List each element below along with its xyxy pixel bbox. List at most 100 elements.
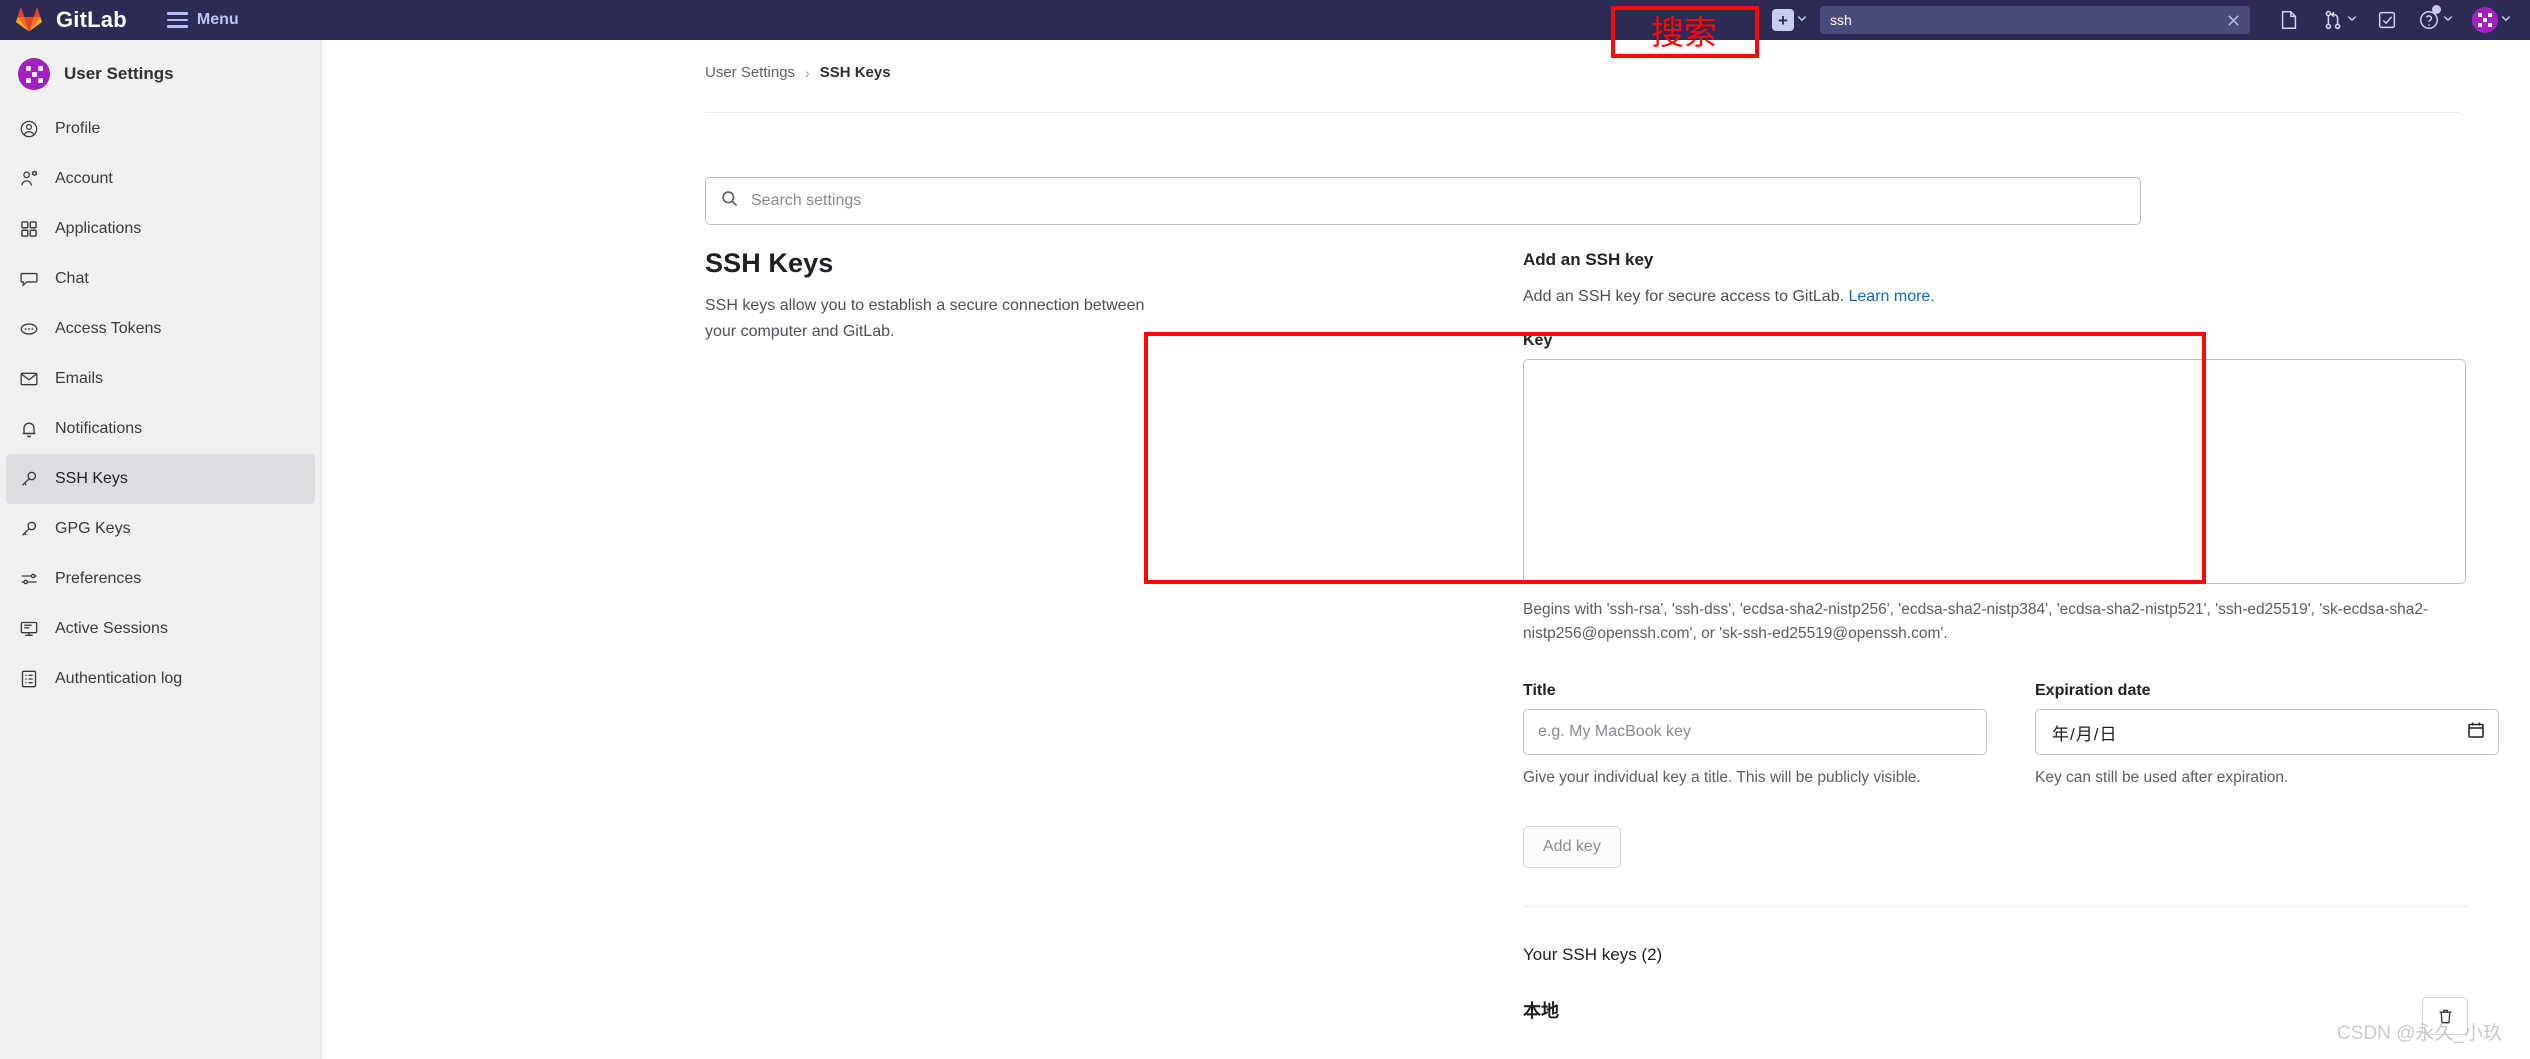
sidebar-item-label: Preferences	[55, 570, 142, 587]
global-search-field[interactable]	[1820, 6, 2250, 34]
help-question-icon[interactable]	[2418, 0, 2441, 40]
monitor-icon	[18, 619, 40, 639]
sliders-icon	[18, 569, 40, 589]
main-content: User Settings › SSH Keys SSH Keys SSH ke…	[322, 40, 2530, 1059]
sidebar-item-notifications[interactable]: Notifications	[6, 404, 315, 454]
sidebar-item-gpg-keys[interactable]: GPG Keys	[6, 504, 315, 554]
sidebar-item-ssh-keys[interactable]: SSH Keys	[6, 454, 315, 504]
sidebar-item-label: Active Sessions	[55, 620, 168, 637]
user-avatar	[18, 58, 50, 90]
token-icon	[18, 319, 40, 339]
expiration-help-text: Key can still be used after expiration.	[2035, 769, 2289, 787]
keys-list-heading: Your SSH keys (2)	[1523, 945, 1663, 965]
add-key-button[interactable]: Add key	[1523, 826, 1621, 869]
main-menu-button[interactable]: Menu	[166, 11, 239, 29]
key-hint-text: Begins with 'ssh-rsa', 'ssh-dss', 'ecdsa…	[1523, 601, 2429, 643]
key-textarea[interactable]	[1523, 359, 2466, 584]
sidebar-header: User Settings	[0, 46, 321, 104]
page-title: SSH Keys	[705, 248, 834, 278]
account-icon	[18, 169, 40, 189]
gitlab-tanuki-icon[interactable]	[16, 7, 42, 33]
expiration-column: Expiration date 年/月/日 Key can still be u…	[2035, 682, 2499, 790]
hamburger-icon	[166, 12, 188, 28]
settings-sidebar: User Settings Profile Account Applicatio…	[0, 40, 322, 1059]
sidebar-item-label: Emails	[55, 370, 104, 387]
sidebar-item-chat[interactable]: Chat	[6, 254, 315, 304]
sidebar-item-label: Authentication log	[55, 670, 183, 687]
key-label: Key	[1523, 332, 1553, 349]
envelope-icon	[18, 369, 40, 389]
watermark: CSDN @永久_小玖	[2337, 1023, 2502, 1044]
sidebar-item-label: Applications	[55, 220, 142, 237]
chevron-down-icon	[2346, 11, 2358, 29]
key-icon	[18, 519, 40, 539]
sidebar-title: User Settings	[64, 64, 174, 83]
expiration-label: Expiration date	[2035, 682, 2151, 700]
key-row-title[interactable]: 本地	[1523, 997, 1559, 1023]
navbar-right: +	[1772, 0, 2530, 40]
sidebar-item-profile[interactable]: Profile	[6, 104, 315, 154]
learn-more-link[interactable]: Learn more.	[1849, 288, 1935, 305]
sidebar-item-label: Account	[55, 170, 113, 187]
top-navbar: GitLab Menu +	[0, 0, 2530, 40]
sidebar-item-preferences[interactable]: Preferences	[6, 554, 315, 604]
title-column: Title Give your individual key a title. …	[1523, 682, 1987, 790]
sidebar-item-label: Access Tokens	[55, 320, 162, 337]
sidebar-item-label: Chat	[55, 270, 89, 287]
breadcrumb-separator: ›	[805, 64, 810, 81]
chevron-down-icon	[1796, 11, 1808, 29]
title-input[interactable]	[1523, 709, 1987, 756]
expiration-date-input[interactable]: 年/月/日	[2035, 709, 2499, 756]
avatar[interactable]	[2472, 0, 2498, 40]
calendar-icon[interactable]	[2466, 720, 2486, 745]
avatar-chevron[interactable]	[2498, 0, 2514, 40]
bell-icon	[18, 419, 40, 439]
search-icon	[720, 189, 739, 213]
title-label: Title	[1523, 682, 1556, 700]
sidebar-item-label: Profile	[55, 120, 101, 137]
form-title: Add an SSH key	[1523, 250, 1654, 269]
table-row: 本地	[1523, 997, 2468, 1036]
chat-bubble-icon	[18, 269, 40, 289]
form-subtitle: Add an SSH key for secure access to GitL…	[1523, 288, 2468, 306]
title-expiry-row: Title Give your individual key a title. …	[1523, 682, 2499, 790]
page-description: SSH keys allow you to establish a secure…	[705, 297, 1145, 340]
add-ssh-key-form: Add an SSH key Add an SSH key for secure…	[1523, 250, 2499, 1036]
sidebar-item-access-tokens[interactable]: Access Tokens	[6, 304, 315, 354]
issues-icon[interactable]	[2278, 0, 2300, 40]
user-avatar	[2472, 7, 2498, 33]
profile-icon	[18, 119, 40, 139]
close-icon[interactable]	[2216, 6, 2250, 34]
ssh-keys-intro: SSH Keys SSH keys allow you to establish…	[705, 248, 1175, 345]
sidebar-item-authentication-log[interactable]: Authentication log	[6, 654, 315, 704]
new-item-button[interactable]: +	[1772, 0, 1794, 40]
applications-grid-icon	[18, 219, 40, 239]
sidebar-item-label: SSH Keys	[55, 470, 128, 487]
global-search-input[interactable]	[1820, 6, 2216, 34]
key-icon	[18, 469, 40, 489]
new-item-chevron[interactable]	[1794, 0, 1810, 40]
sidebar-item-label: Notifications	[55, 420, 143, 437]
merge-request-icon[interactable]	[2322, 0, 2344, 40]
help-notification-badge	[2432, 5, 2441, 14]
expiration-placeholder: 年/月/日	[2052, 724, 2118, 744]
breadcrumb-current: SSH Keys	[819, 64, 891, 81]
navbar-left: GitLab Menu	[0, 7, 239, 33]
chevron-down-icon	[2442, 11, 2454, 29]
form-subtitle-text: Add an SSH key for secure access to GitL…	[1523, 288, 1845, 305]
menu-label: Menu	[196, 11, 239, 28]
sidebar-item-active-sessions[interactable]: Active Sessions	[6, 604, 315, 654]
sidebar-item-applications[interactable]: Applications	[6, 204, 315, 254]
title-help-text: Give your individual key a title. This w…	[1523, 769, 1921, 787]
chevron-down-icon	[2500, 11, 2512, 29]
help-chevron[interactable]	[2440, 0, 2456, 40]
breadcrumb-parent[interactable]: User Settings	[705, 64, 795, 81]
plus-icon: +	[1772, 9, 1794, 31]
merge-request-chevron[interactable]	[2344, 0, 2360, 40]
todo-checkbox-icon[interactable]	[2376, 0, 2398, 40]
sidebar-item-emails[interactable]: Emails	[6, 354, 315, 404]
settings-search-field[interactable]	[705, 177, 2141, 225]
sidebar-item-account[interactable]: Account	[6, 154, 315, 204]
brand-name[interactable]: GitLab	[56, 7, 127, 33]
settings-search-input[interactable]	[749, 191, 2126, 211]
